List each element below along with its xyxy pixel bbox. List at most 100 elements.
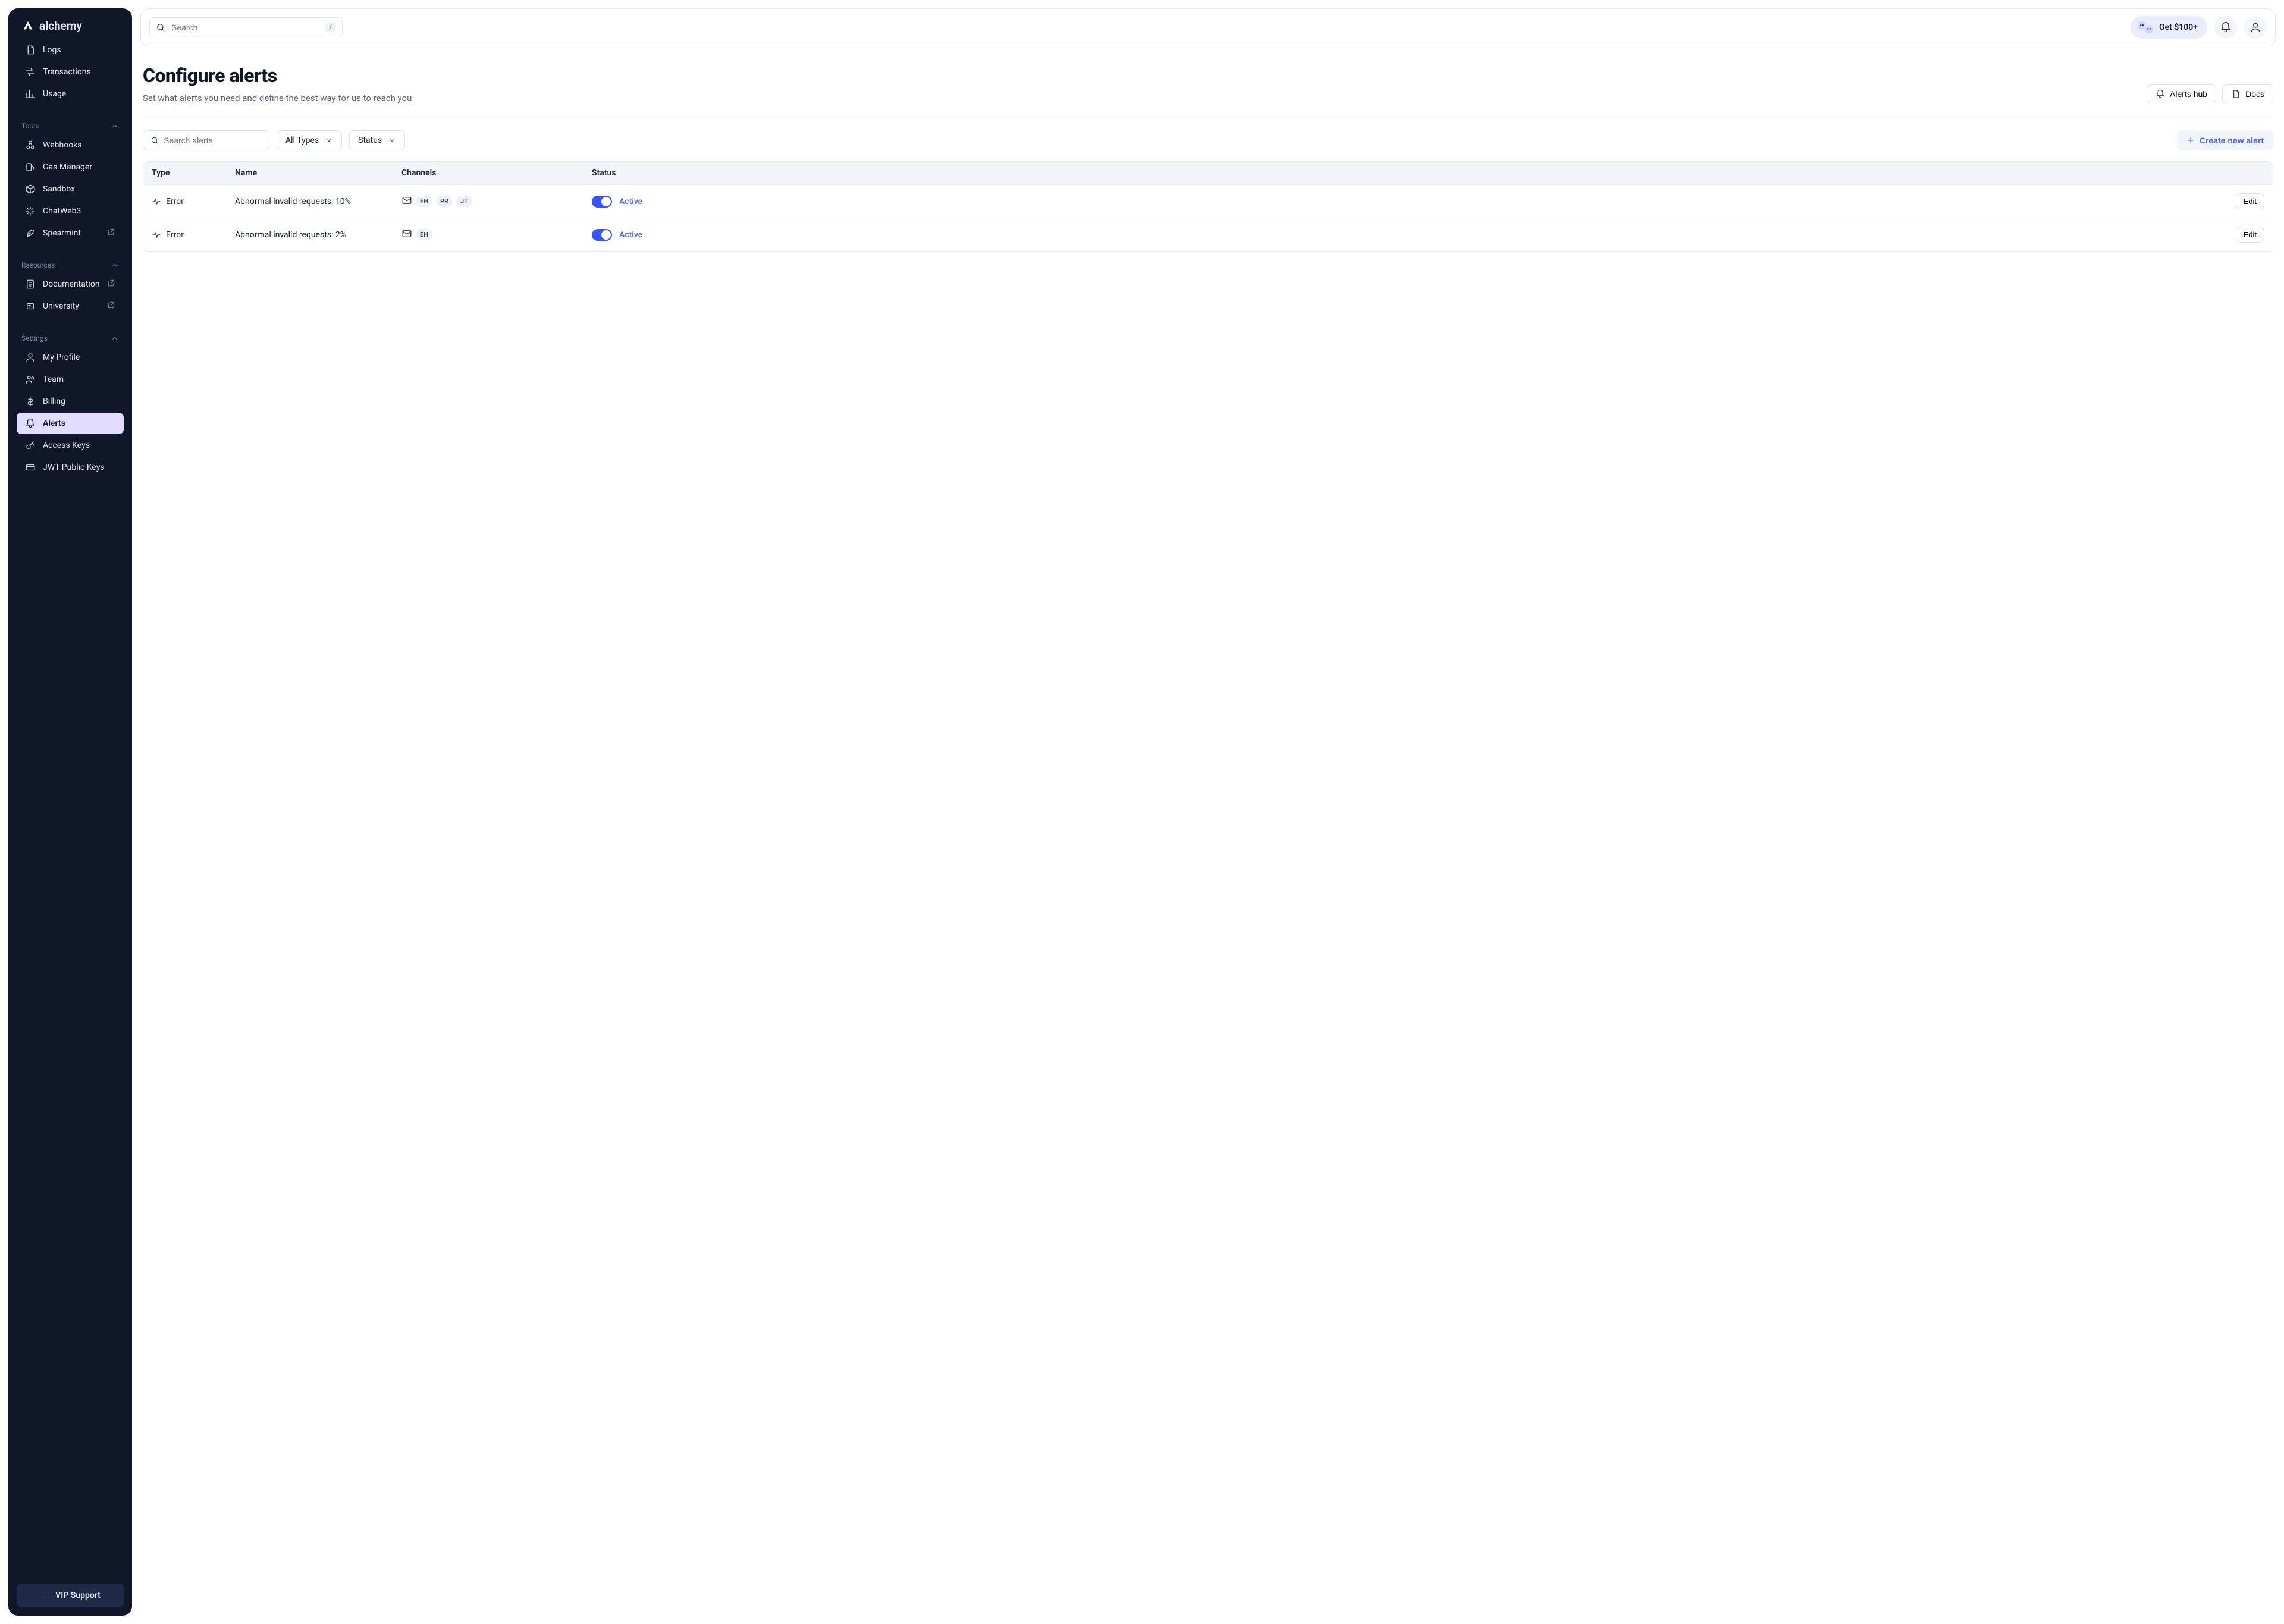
status-label: Active bbox=[619, 197, 642, 206]
sidebar-item-access keys[interactable]: Access Keys bbox=[17, 435, 124, 456]
sidebar-item-chatweb3[interactable]: ChatWeb3 bbox=[17, 200, 124, 222]
page-subtitle: Set what alerts you need and define the … bbox=[143, 93, 412, 103]
chat-icon bbox=[40, 1590, 51, 1601]
status-toggle[interactable] bbox=[592, 229, 612, 241]
sidebar-item-sandbox[interactable]: Sandbox bbox=[17, 178, 124, 200]
vip-support-label: VIP Support bbox=[55, 1591, 101, 1600]
sidebar-item-gas manager[interactable]: Gas Manager bbox=[17, 156, 124, 178]
doc-icon bbox=[25, 279, 36, 290]
global-search[interactable]: / bbox=[149, 17, 343, 37]
pulse-icon bbox=[152, 197, 161, 206]
edit-button[interactable]: Edit bbox=[2236, 227, 2264, 243]
alerts-table: TypeNameChannelsStatus ErrorAbnormal inv… bbox=[143, 161, 2273, 252]
vip-support-button[interactable]: VIP Support bbox=[17, 1584, 124, 1607]
sidebar-item-label: Documentation bbox=[43, 279, 100, 289]
mail-icon bbox=[401, 228, 412, 239]
table-row: ErrorAbnormal invalid requests: 2%EHActi… bbox=[143, 218, 2273, 251]
promo-pill[interactable]: •••• Get $100+ bbox=[2131, 16, 2207, 39]
sidebar-item-transactions[interactable]: Transactions bbox=[17, 61, 124, 83]
alerts-hub-button[interactable]: Alerts hub bbox=[2147, 84, 2216, 103]
sidebar-item-label: Billing bbox=[43, 397, 65, 406]
status-toggle[interactable] bbox=[592, 196, 612, 208]
alerts-hub-label: Alerts hub bbox=[2170, 89, 2207, 99]
users-icon bbox=[25, 374, 36, 385]
bar-chart-icon bbox=[25, 89, 36, 99]
section-header-resources[interactable]: Resources bbox=[13, 255, 127, 273]
sidebar-item-label: Alerts bbox=[43, 419, 65, 428]
search-icon bbox=[150, 136, 159, 145]
sidebar-item-webhooks[interactable]: Webhooks bbox=[17, 134, 124, 156]
sidebar-item-university[interactable]: University bbox=[17, 296, 124, 317]
bell-icon bbox=[2220, 21, 2232, 33]
search-shortcut: / bbox=[325, 23, 336, 32]
external-link-icon bbox=[107, 301, 115, 312]
docs-button[interactable]: Docs bbox=[2222, 84, 2273, 103]
channel-chip: JT bbox=[456, 196, 472, 207]
bell-icon bbox=[25, 418, 36, 429]
section-title: Settings bbox=[21, 334, 48, 343]
global-search-input[interactable] bbox=[171, 23, 319, 32]
sidebar-item-team[interactable]: Team bbox=[17, 369, 124, 390]
user-icon bbox=[25, 352, 36, 363]
filter-types-dropdown[interactable]: All Types bbox=[277, 130, 342, 150]
status-label: Active bbox=[619, 230, 642, 240]
sidebar-item-jwt public keys[interactable]: JWT Public Keys bbox=[17, 457, 124, 478]
sidebar-item-label: University bbox=[43, 301, 79, 311]
alerts-search-input[interactable] bbox=[164, 136, 262, 145]
sidebar-item-documentation[interactable]: Documentation bbox=[17, 274, 124, 295]
section-header-settings[interactable]: Settings bbox=[13, 328, 127, 346]
cell-type: Error bbox=[152, 197, 235, 206]
brand-logo[interactable]: alchemy bbox=[13, 19, 127, 35]
search-icon bbox=[156, 23, 165, 32]
pulse-icon bbox=[152, 230, 161, 240]
notifications-button[interactable] bbox=[2214, 16, 2237, 39]
dollar-icon bbox=[25, 396, 36, 407]
sidebar-item-billing[interactable]: Billing bbox=[17, 391, 124, 412]
page-header: Configure alerts Set what alerts you nee… bbox=[143, 64, 2273, 118]
edit-button[interactable]: Edit bbox=[2236, 193, 2264, 209]
sidebar-item-label: Sandbox bbox=[43, 184, 75, 194]
table-column-header: Channels bbox=[401, 168, 592, 178]
create-alert-button[interactable]: Create new alert bbox=[2177, 130, 2273, 150]
ext-icon bbox=[107, 279, 115, 287]
card-icon bbox=[25, 462, 36, 473]
external-link-icon bbox=[107, 279, 115, 290]
file-icon bbox=[2231, 89, 2241, 99]
section-title: Resources bbox=[21, 261, 55, 269]
topbar: / •••• Get $100+ bbox=[140, 8, 2276, 46]
sidebar-item-alerts[interactable]: Alerts bbox=[17, 413, 124, 434]
promo-avatars: •••• bbox=[2136, 20, 2154, 34]
external-link-icon bbox=[107, 228, 115, 238]
plus-icon bbox=[2186, 136, 2195, 145]
sidebar-item-label: Access Keys bbox=[43, 441, 90, 450]
brand-name: alchemy bbox=[39, 19, 82, 33]
section-header-tools[interactable]: Tools bbox=[13, 116, 127, 134]
file-icon bbox=[25, 45, 36, 55]
table-column-header: Type bbox=[152, 168, 235, 178]
channel-chip: PR bbox=[436, 196, 453, 207]
sidebar-item-spearmint[interactable]: Spearmint bbox=[17, 222, 124, 244]
sidebar-item-label: Webhooks bbox=[43, 140, 82, 150]
leaf-icon bbox=[25, 228, 36, 238]
table-column-header: Status bbox=[592, 168, 2211, 178]
account-button[interactable] bbox=[2244, 16, 2267, 39]
sidebar-nav: AnalyticsLogsTransactionsUsageToolsWebho… bbox=[13, 39, 127, 1578]
filter-status-dropdown[interactable]: Status bbox=[349, 130, 405, 150]
sidebar-item-my profile[interactable]: My Profile bbox=[17, 347, 124, 368]
sidebar-item-label: JWT Public Keys bbox=[43, 463, 105, 472]
cell-name: Abnormal invalid requests: 10% bbox=[235, 197, 401, 206]
cell-status: Active bbox=[592, 196, 2211, 208]
cell-channels: EH PRJT bbox=[401, 195, 592, 208]
sparkle-icon bbox=[25, 206, 36, 216]
mail-icon bbox=[401, 228, 412, 241]
key-icon bbox=[25, 440, 36, 451]
chevron-down-icon bbox=[388, 136, 396, 145]
sidebar-item-logs[interactable]: Logs bbox=[17, 39, 124, 61]
user-icon bbox=[2250, 21, 2261, 33]
alerts-search[interactable] bbox=[143, 130, 269, 150]
section-title: Tools bbox=[21, 122, 39, 130]
box-icon bbox=[25, 184, 36, 194]
alchemy-logo-icon bbox=[21, 20, 34, 33]
channel-chip: EH bbox=[416, 196, 432, 207]
sidebar-item-usage[interactable]: Usage bbox=[17, 83, 124, 105]
